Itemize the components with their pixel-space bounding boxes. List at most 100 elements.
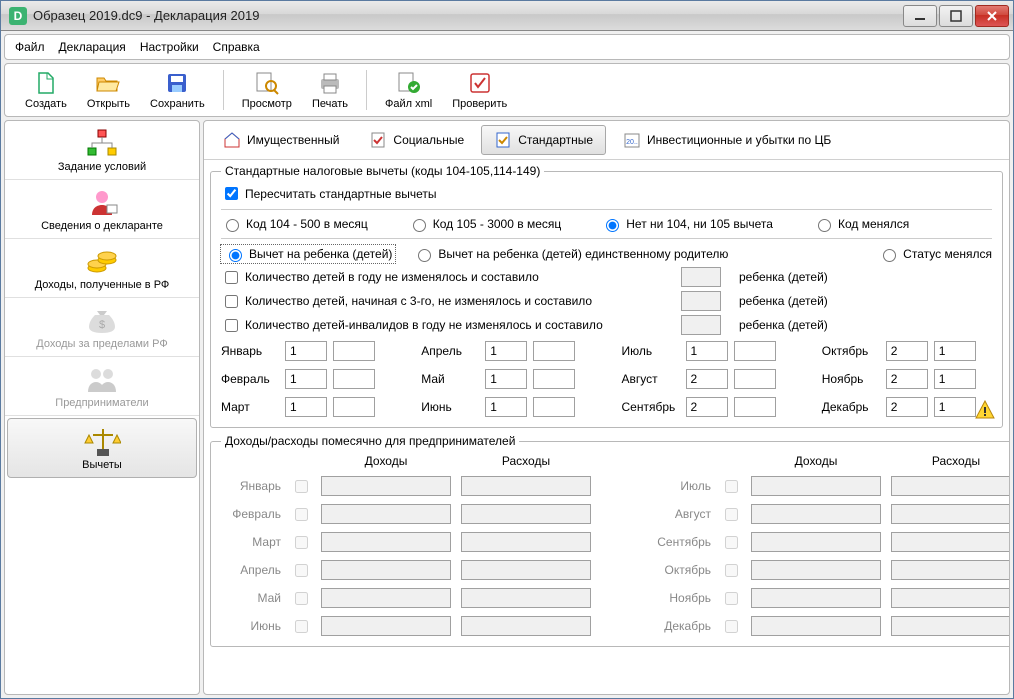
input-feb-1[interactable] <box>285 369 327 389</box>
ie-jun-expense[interactable] <box>461 616 591 636</box>
checkbox-recalc-input[interactable] <box>225 187 238 200</box>
input-nov-1[interactable] <box>886 369 928 389</box>
input-count3[interactable] <box>681 315 721 335</box>
input-oct-2[interactable] <box>934 341 976 361</box>
input-jul-1[interactable] <box>686 341 728 361</box>
tool-save[interactable]: Сохранить <box>140 68 215 112</box>
ie-aug-check[interactable] <box>725 508 738 521</box>
ie-jul-check[interactable] <box>725 480 738 493</box>
tool-open[interactable]: Открыть <box>77 68 140 112</box>
ie-feb-check[interactable] <box>295 508 308 521</box>
ie-jan-income[interactable] <box>321 476 451 496</box>
tool-preview[interactable]: Просмотр <box>232 68 302 112</box>
menu-declaration[interactable]: Декларация <box>59 40 126 54</box>
tab-property[interactable]: Имущественный <box>210 125 352 155</box>
sidebar-deductions[interactable]: Вычеты <box>7 418 197 478</box>
radio-code105[interactable]: Код 105 - 3000 в месяц <box>408 216 561 232</box>
input-oct-1[interactable] <box>886 341 928 361</box>
ie-feb-expense[interactable] <box>461 504 591 524</box>
input-jun-1[interactable] <box>485 397 527 417</box>
ie-dec-income[interactable] <box>751 616 881 636</box>
ie-jul-expense[interactable] <box>891 476 1009 496</box>
ie-sep-expense[interactable] <box>891 532 1009 552</box>
radio-none[interactable]: Нет ни 104, ни 105 вычета <box>601 216 773 232</box>
input-mar-2[interactable] <box>333 397 375 417</box>
ie-oct-expense[interactable] <box>891 560 1009 580</box>
check-count3[interactable]: Количество детей-инвалидов в году не изм… <box>221 316 673 335</box>
ie-jun-check[interactable] <box>295 620 308 633</box>
ie-sep-check[interactable] <box>725 536 738 549</box>
ie-jan-check[interactable] <box>295 480 308 493</box>
ie-nov-check[interactable] <box>725 592 738 605</box>
ie-aug-income[interactable] <box>751 504 881 524</box>
ie-may-expense[interactable] <box>461 588 591 608</box>
menu-help[interactable]: Справка <box>213 40 260 54</box>
minimize-button[interactable] <box>903 5 937 27</box>
ie-oct-check[interactable] <box>725 564 738 577</box>
radio-code104[interactable]: Код 104 - 500 в месяц <box>221 216 368 232</box>
menu-file[interactable]: Файл <box>15 40 45 54</box>
ie-mar-income[interactable] <box>321 532 451 552</box>
ie-jan-expense[interactable] <box>461 476 591 496</box>
sidebar-income-abroad[interactable]: $ Доходы за пределами РФ <box>5 298 199 357</box>
maximize-button[interactable] <box>939 5 973 27</box>
tool-print[interactable]: Печать <box>302 68 358 112</box>
ie-sep-income[interactable] <box>751 532 881 552</box>
input-jan-2[interactable] <box>333 341 375 361</box>
tab-invest[interactable]: 20.. Инвестиционные и убытки по ЦБ <box>610 125 844 155</box>
input-feb-2[interactable] <box>333 369 375 389</box>
ie-mar-check[interactable] <box>295 536 308 549</box>
ie-dec-check[interactable] <box>725 620 738 633</box>
ie-nov-expense[interactable] <box>891 588 1009 608</box>
input-mar-1[interactable] <box>285 397 327 417</box>
tool-check[interactable]: Проверить <box>442 68 517 112</box>
radio-child-single[interactable]: Вычет на ребенка (детей) единственному р… <box>413 246 728 262</box>
ie-may-income[interactable] <box>321 588 451 608</box>
ie-mar-expense[interactable] <box>461 532 591 552</box>
ie-apr-check[interactable] <box>295 564 308 577</box>
input-dec-2[interactable] <box>934 397 976 417</box>
input-sep-2[interactable] <box>734 397 776 417</box>
ie-nov-income[interactable] <box>751 588 881 608</box>
input-count2[interactable] <box>681 291 721 311</box>
ie-aug-expense[interactable] <box>891 504 1009 524</box>
menu-settings[interactable]: Настройки <box>140 40 199 54</box>
input-jun-2[interactable] <box>533 397 575 417</box>
sidebar-declarant[interactable]: Сведения о декларанте <box>5 180 199 239</box>
input-sep-1[interactable] <box>686 397 728 417</box>
input-apr-1[interactable] <box>485 341 527 361</box>
check-count1[interactable]: Количество детей в году не изменялось и … <box>221 268 673 287</box>
ie-may-check[interactable] <box>295 592 308 605</box>
ie-dec-expense[interactable] <box>891 616 1009 636</box>
ie-jun-income[interactable] <box>321 616 451 636</box>
input-nov-2[interactable] <box>934 369 976 389</box>
sidebar-conditions[interactable]: Задание условий <box>5 121 199 180</box>
input-count1[interactable] <box>681 267 721 287</box>
input-dec-1[interactable] <box>886 397 928 417</box>
radio-row-codes: Код 104 - 500 в месяц Код 105 - 3000 в м… <box>221 216 992 232</box>
input-jul-2[interactable] <box>734 341 776 361</box>
ie-jul-income[interactable] <box>751 476 881 496</box>
sidebar-entrepreneur[interactable]: Предприниматели <box>5 357 199 416</box>
sidebar-income-rf[interactable]: Доходы, полученные в РФ <box>5 239 199 298</box>
check-count2[interactable]: Количество детей, начиная с 3-го, не изм… <box>221 292 673 311</box>
ie-oct-income[interactable] <box>751 560 881 580</box>
checkbox-recalc[interactable]: Пересчитать стандартные вычеты <box>221 184 436 203</box>
ie-apr-expense[interactable] <box>461 560 591 580</box>
input-aug-1[interactable] <box>686 369 728 389</box>
tab-standard[interactable]: Стандартные <box>481 125 606 155</box>
tool-create[interactable]: Создать <box>15 68 77 112</box>
input-jan-1[interactable] <box>285 341 327 361</box>
input-may-1[interactable] <box>485 369 527 389</box>
ie-feb-income[interactable] <box>321 504 451 524</box>
radio-code-changed[interactable]: Код менялся <box>813 216 909 232</box>
radio-status-changed[interactable]: Статус менялся <box>878 246 992 262</box>
close-button[interactable] <box>975 5 1009 27</box>
tool-xml[interactable]: Файл xml <box>375 68 442 112</box>
input-may-2[interactable] <box>533 369 575 389</box>
radio-child[interactable]: Вычет на ребенка (детей) <box>221 245 395 263</box>
tab-social[interactable]: Социальные <box>356 125 477 155</box>
input-aug-2[interactable] <box>734 369 776 389</box>
input-apr-2[interactable] <box>533 341 575 361</box>
ie-apr-income[interactable] <box>321 560 451 580</box>
